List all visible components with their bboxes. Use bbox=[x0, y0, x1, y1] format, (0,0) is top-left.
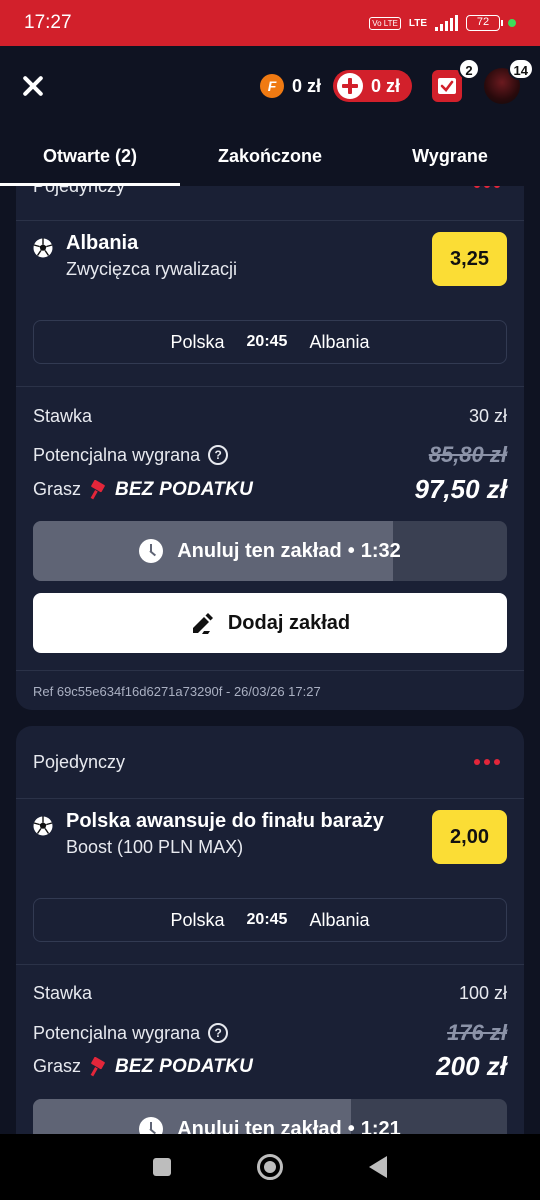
checkmark-icon bbox=[438, 78, 456, 94]
tab-won[interactable]: Wygrane bbox=[360, 126, 540, 186]
betslip-count-badge: 2 bbox=[458, 58, 480, 80]
market-name: Boost (100 PLN MAX) bbox=[66, 837, 244, 857]
plus-icon bbox=[336, 73, 363, 99]
cancel-bet-label: Anuluj ten zakład bbox=[177, 539, 342, 562]
market-name: Zwycięzca rywalizacji bbox=[66, 259, 238, 279]
no-tax-badge: BEZ PODATKU bbox=[89, 1056, 253, 1078]
fuksy-icon: F bbox=[259, 74, 284, 98]
stake-value: 30 zł bbox=[468, 406, 507, 426]
add-bet-button[interactable]: Dodaj zakład bbox=[33, 593, 507, 653]
stake-row: Stawka 30 zł bbox=[33, 406, 507, 427]
notifications-count-badge: 14 bbox=[507, 58, 534, 80]
home-team: Polska bbox=[170, 331, 225, 352]
add-bet-label: Dodaj zakład bbox=[227, 611, 351, 634]
system-nav-bar bbox=[0, 1134, 540, 1200]
stake-row: Stawka 100 zł bbox=[33, 983, 507, 1004]
bet-type: Pojedynczy bbox=[33, 186, 126, 196]
betslip-button[interactable]: 2 bbox=[432, 58, 480, 102]
gavel-icon bbox=[90, 479, 105, 499]
cancel-separator: • bbox=[347, 1117, 355, 1135]
fuksy-balance[interactable]: 0 zł bbox=[292, 76, 321, 97]
selection-name: Polska awansuje do finału baraży bbox=[66, 810, 384, 832]
potential-win-new: 97,50 zł bbox=[414, 474, 507, 504]
cancel-timer: 1:21 bbox=[360, 1117, 401, 1135]
potential-win-label: Potencjalna wygrana bbox=[33, 1022, 201, 1043]
no-tax-text: BEZ PODATKU bbox=[115, 478, 254, 500]
tax-row: Grasz BEZ PODATKU 200 zł bbox=[33, 1051, 507, 1082]
stake-label: Stawka bbox=[33, 406, 93, 426]
potential-win-label: Potencjalna wygrana bbox=[33, 444, 201, 465]
recents-icon[interactable] bbox=[153, 1158, 171, 1176]
signal-icon bbox=[435, 15, 458, 31]
privacy-dot-icon bbox=[508, 19, 516, 27]
event-time: 20:45 bbox=[246, 911, 288, 928]
potential-win-old: 85,80 zł bbox=[428, 442, 507, 467]
odds-badge: 3,25 bbox=[432, 232, 507, 286]
status-time: 17:27 bbox=[24, 12, 72, 33]
more-options-icon[interactable] bbox=[474, 186, 500, 188]
cancel-bet-button[interactable]: Anuluj ten zakład • 1:21 bbox=[33, 1099, 507, 1134]
event-time: 20:45 bbox=[246, 333, 288, 350]
help-icon[interactable]: ? bbox=[208, 445, 229, 465]
tax-row: Grasz BEZ PODATKU 97,50 zł bbox=[33, 474, 507, 505]
potential-win-row: Potencjalna wygrana ? 85,80 zł bbox=[33, 442, 507, 468]
potential-win-old: 176 zł bbox=[447, 1020, 507, 1045]
cancel-bet-button[interactable]: Anuluj ten zakład • 1:32 bbox=[33, 521, 507, 581]
bet-selection: Polska awansuje do finału baraży Boost (… bbox=[33, 810, 507, 864]
back-icon[interactable] bbox=[369, 1156, 387, 1178]
stake-value: 100 zł bbox=[458, 983, 507, 1003]
potential-win-new: 200 zł bbox=[436, 1051, 507, 1081]
pencil-icon bbox=[192, 613, 213, 634]
status-icons: Vo LTE LTE 72 bbox=[369, 15, 516, 31]
away-team: Albania bbox=[309, 331, 370, 352]
tab-open[interactable]: Otwarte (2) bbox=[0, 126, 180, 186]
network-type: LTE bbox=[408, 17, 427, 29]
volte-icon: Vo LTE bbox=[369, 16, 401, 30]
bets-list[interactable]: Pojedynczy Albania Zwycięzca rywalizacji… bbox=[0, 186, 540, 1134]
no-tax-badge: BEZ PODATKU bbox=[89, 479, 253, 501]
status-bar: 17:27 Vo LTE LTE 72 bbox=[0, 0, 540, 46]
bet-selection: Albania Zwycięzca rywalizacji 3,25 bbox=[33, 232, 507, 286]
no-tax-text: BEZ PODATKU bbox=[115, 1055, 254, 1077]
gavel-icon bbox=[90, 1056, 105, 1076]
bet-card: Pojedynczy Albania Zwycięzca rywalizacji… bbox=[16, 186, 524, 710]
bet-type: Pojedynczy bbox=[33, 752, 126, 772]
help-icon[interactable]: ? bbox=[208, 1023, 229, 1043]
cancel-separator: • bbox=[347, 539, 355, 562]
stake-label: Stawka bbox=[33, 983, 93, 1003]
avatar[interactable]: 14 bbox=[484, 58, 534, 104]
football-icon bbox=[33, 238, 53, 258]
tax-label: Grasz bbox=[33, 479, 82, 499]
deposit-button[interactable]: 0 zł bbox=[332, 70, 412, 102]
selection-name: Albania bbox=[66, 232, 139, 254]
clock-icon bbox=[139, 1117, 164, 1134]
potential-win-row: Potencjalna wygrana ? 176 zł bbox=[33, 1020, 507, 1046]
clock-icon bbox=[139, 539, 164, 563]
away-team: Albania bbox=[309, 909, 370, 930]
home-team: Polska bbox=[170, 909, 225, 930]
event-info[interactable]: Polska 20:45 Albania bbox=[33, 320, 507, 364]
odds-badge: 2,00 bbox=[432, 810, 507, 864]
account-balance: 0 zł bbox=[370, 75, 400, 96]
battery-icon: 72 bbox=[466, 15, 503, 31]
tax-label: Grasz bbox=[33, 1056, 82, 1076]
bet-reference: Ref 69c55e634f16d6271a73290f - 26/03/26 … bbox=[33, 684, 321, 699]
bet-tabs: Otwarte (2) Zakończone Wygrane bbox=[0, 126, 540, 186]
event-info[interactable]: Polska 20:45 Albania bbox=[33, 898, 507, 942]
more-options-icon[interactable] bbox=[474, 759, 500, 765]
cancel-timer: 1:32 bbox=[360, 539, 401, 562]
close-icon[interactable] bbox=[20, 73, 46, 99]
tab-finished[interactable]: Zakończone bbox=[180, 126, 360, 186]
cancel-bet-label: Anuluj ten zakład bbox=[177, 1117, 342, 1135]
football-icon bbox=[33, 816, 53, 836]
app-header: F 0 zł 0 zł 2 14 bbox=[0, 46, 540, 126]
bet-card: Pojedynczy Polska awansuje do finału bar… bbox=[16, 726, 524, 1134]
home-icon[interactable] bbox=[257, 1154, 283, 1180]
